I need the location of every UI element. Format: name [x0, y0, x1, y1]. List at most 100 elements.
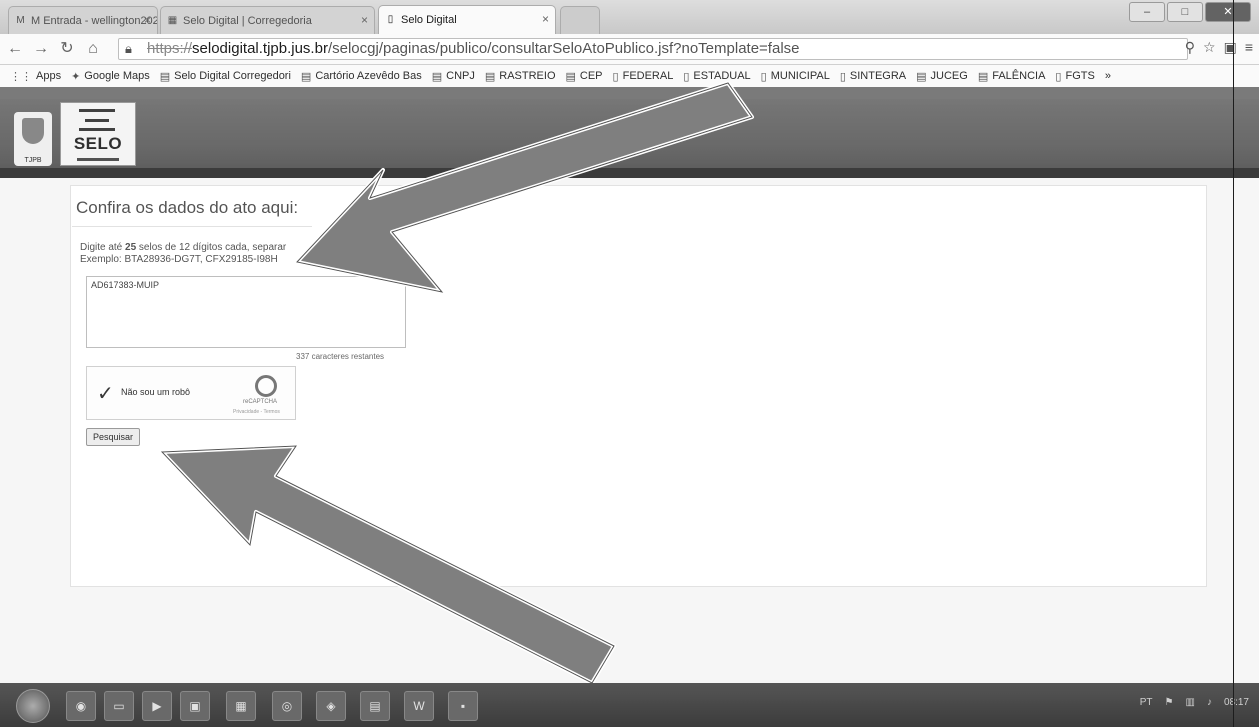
bookmark-label: FALÊNCIA — [992, 70, 1046, 82]
title-divider — [72, 226, 312, 227]
tab-selo-corregedoria[interactable]: ▦ Selo Digital | Corregedoria × — [160, 6, 375, 34]
taskbar-pdf-icon[interactable]: ▤ — [360, 691, 390, 721]
bookmark-label: RASTREIO — [499, 70, 556, 82]
apps-icon: ⋮⋮ — [10, 70, 32, 83]
toolbar-actions: ⚲ ☆ ▣ ≡ — [1185, 39, 1253, 56]
home-icon[interactable]: ⌂ — [82, 38, 104, 60]
taskbar-word-icon[interactable]: W — [404, 691, 434, 721]
mail-icon: M — [16, 15, 25, 26]
zoom-icon[interactable]: ⚲ — [1185, 39, 1195, 56]
doc-icon: ▦ — [167, 15, 178, 26]
volume-icon[interactable]: ♪ — [1207, 697, 1212, 708]
start-button[interactable] — [16, 689, 50, 723]
menu-icon[interactable]: ≡ — [1245, 39, 1253, 56]
doc-icon: ▤ — [431, 70, 443, 83]
taskbar-network-icon[interactable]: ◈ — [316, 691, 346, 721]
star-icon[interactable]: ☆ — [1203, 39, 1216, 56]
seal-codes-textarea[interactable] — [86, 276, 406, 348]
doc-icon: ▤ — [977, 70, 989, 83]
close-icon[interactable]: × — [361, 13, 368, 27]
tab-gmail[interactable]: M M Entrada - wellington2021 × — [8, 6, 158, 34]
instructions: Digite até 25 selos de 12 dígitos cada, … — [80, 242, 286, 266]
bookmark-label: Google Maps — [84, 70, 150, 82]
recaptcha-widget[interactable]: ✓ Não sou um robô reCAPTCHA Privacidade … — [86, 366, 296, 420]
scan-edge-line — [1233, 0, 1234, 727]
bookmark-item[interactable]: ▤ RASTREIO — [485, 70, 556, 83]
crest-label: TJPB — [24, 157, 42, 164]
back-icon[interactable]: ← — [4, 38, 26, 60]
bookmark-label: Apps — [36, 70, 62, 82]
map-icon: ✦ — [71, 70, 81, 83]
forward-icon[interactable]: → — [30, 38, 52, 60]
recaptcha-logo-icon — [255, 375, 277, 397]
browser-toolbar: ← → ↻ ⌂ 🔒︎ https://selodigital.tjpb.jus.… — [0, 34, 1259, 65]
taskbar-chrome2-icon[interactable]: ◎ — [272, 691, 302, 721]
folder-icon: ▯ — [683, 70, 690, 83]
bookmark-item[interactable]: ▯ FGTS — [1055, 70, 1094, 83]
new-tab-button[interactable] — [560, 6, 600, 34]
taskbar-media-icon[interactable]: ▶ — [142, 691, 172, 721]
doc-icon: ▤ — [565, 70, 576, 83]
language-indicator[interactable]: PT — [1140, 697, 1153, 708]
bookmark-item[interactable]: ▤ Selo Digital Corregedori — [160, 70, 291, 83]
selo-logo-underline — [77, 158, 119, 161]
close-icon[interactable]: × — [542, 12, 549, 26]
bookmark-item[interactable]: ▯ SINTEGRA — [840, 70, 906, 83]
tab-label: Selo Digital | Corregedoria — [183, 14, 312, 27]
tray-network-icon[interactable]: ▥ — [1186, 697, 1195, 708]
tray-flag-icon[interactable]: ⚑ — [1165, 697, 1174, 708]
taskbar-calculator-icon[interactable]: ▦ — [226, 691, 256, 721]
bookmark-item[interactable]: ▯ FEDERAL — [613, 70, 674, 83]
recaptcha-privacy-links[interactable]: Privacidade - Termos — [233, 409, 280, 415]
clock[interactable]: 08:17 — [1224, 697, 1249, 708]
minimize-button[interactable]: – — [1129, 2, 1165, 22]
bookmark-label: Cartório Azevêdo Bas — [315, 70, 422, 82]
maximize-button[interactable]: □ — [1167, 2, 1203, 22]
close-window-button[interactable]: ✕ — [1205, 2, 1251, 22]
instruction-line-2: Exemplo: BTA28936-DG7T, CFX29185-I98H — [80, 254, 278, 265]
bookmark-item[interactable]: ⋮⋮ Apps — [10, 70, 61, 83]
bookmark-item[interactable]: ▤ CNPJ — [432, 70, 475, 83]
tab-strip: M M Entrada - wellington2021 × ▦ Selo Di… — [0, 0, 1259, 34]
reload-icon[interactable]: ↻ — [56, 38, 78, 60]
bookmark-label: MUNICIPAL — [770, 70, 830, 82]
page-strip — [0, 87, 1259, 99]
close-icon[interactable]: × — [144, 13, 151, 27]
checkmark-icon[interactable]: ✓ — [97, 381, 114, 406]
banner-bottom-bar — [0, 168, 1259, 178]
bookmark-item[interactable]: ▤ CEP — [566, 70, 603, 83]
bookmark-label: FGTS — [1065, 70, 1095, 82]
taskbar-save-icon[interactable]: ▪ — [448, 691, 478, 721]
taskbar-office-icon[interactable]: ▣ — [180, 691, 210, 721]
url-scheme: https:// — [147, 40, 193, 57]
bookmark-item[interactable]: ▤ JUCEG — [916, 70, 968, 83]
captcha-label: Não sou um robô — [121, 387, 191, 397]
url-path: /selocgj/paginas/publico/consultarSeloAt… — [327, 40, 800, 57]
pdf-extension-icon[interactable]: ▣ — [1224, 39, 1237, 56]
taskbar-chrome-icon[interactable]: ◉ — [66, 691, 96, 721]
doc-icon: ▤ — [159, 70, 171, 83]
selo-mark-icon — [79, 109, 115, 131]
bookmark-item[interactable]: ▤ FALÊNCIA — [978, 70, 1046, 83]
bookmark-item[interactable]: ▤ Cartório Azevêdo Bas — [301, 70, 422, 83]
bookmark-item[interactable]: ✦ Google Maps — [71, 70, 150, 83]
bookmark-label: Selo Digital Corregedori — [174, 70, 291, 82]
taskbar-explorer-icon[interactable]: ▭ — [104, 691, 134, 721]
recaptcha-brand: reCAPTCHA — [243, 399, 278, 405]
doc-icon: ▤ — [300, 70, 312, 83]
bookmark-item[interactable]: ▯ MUNICIPAL — [761, 70, 830, 83]
address-bar[interactable]: 🔒︎ https://selodigital.tjpb.jus.br/seloc… — [118, 38, 1188, 60]
bookmark-label: CEP — [579, 70, 603, 82]
bookmarks-bar: ⋮⋮ Apps ✦ Google Maps ▤ Selo Digital Correged… — [0, 65, 1259, 88]
folder-icon: ▯ — [612, 70, 619, 83]
bookmarks-overflow-button[interactable]: » — [1105, 70, 1111, 82]
search-button[interactable]: Pesquisar — [86, 428, 141, 446]
bookmark-item[interactable]: ▯ ESTADUAL — [683, 70, 750, 83]
bookmark-label: SINTEGRA — [849, 70, 907, 82]
folder-icon: ▯ — [760, 70, 767, 83]
bookmark-label: FEDERAL — [622, 70, 674, 82]
tab-label: Selo Digital — [401, 14, 457, 26]
tab-selo-digital[interactable]: ▯ Selo Digital × — [378, 5, 556, 34]
folder-icon: ▯ — [839, 70, 846, 83]
selo-logo: SELO — [60, 102, 136, 166]
